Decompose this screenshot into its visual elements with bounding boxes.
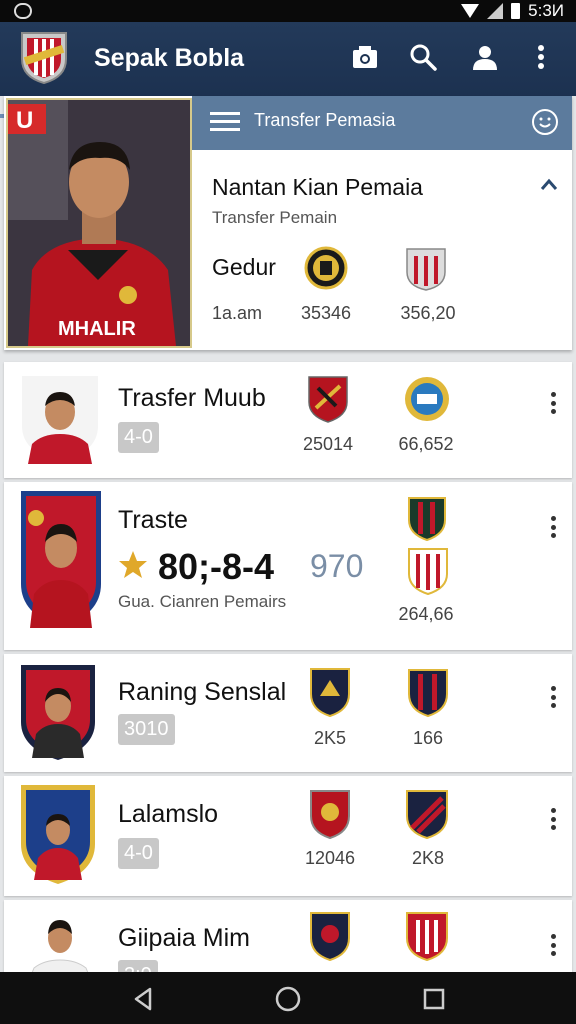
app-bar: Sepak Bobla	[0, 22, 576, 118]
more-vertical-icon[interactable]	[550, 934, 556, 956]
clock: 5:3И	[528, 1, 564, 20]
more-vertical-icon[interactable]	[550, 516, 556, 538]
star-icon	[119, 551, 147, 578]
club-crest-icon	[310, 912, 350, 962]
smiley-icon[interactable]	[532, 109, 558, 135]
featured-value-1: 35346	[300, 303, 352, 323]
player-avatar	[18, 908, 102, 972]
menu-icon[interactable]	[210, 111, 240, 133]
featured-date: 1a.am	[212, 303, 263, 323]
row-score: 80;-8-4	[158, 546, 275, 587]
svg-text:U: U	[16, 107, 33, 134]
club-crest-icon	[308, 376, 348, 423]
row-caption: Gua. Cianren Pemairs	[118, 592, 287, 611]
featured-value-2: 356,20	[400, 303, 456, 323]
row-title: Lalamslo	[118, 800, 219, 828]
score-badge: 4-0	[118, 838, 159, 869]
recents-icon[interactable]	[421, 986, 447, 1012]
more-vertical-icon[interactable]	[550, 808, 556, 830]
club-crest-icon	[405, 377, 449, 421]
app-logo-icon[interactable]	[18, 29, 70, 85]
more-vertical-icon[interactable]	[524, 40, 558, 74]
row-title: Trasfer Muub	[118, 384, 266, 412]
transfer-row[interactable]: Giipaia Mim 3:0	[4, 900, 572, 972]
wifi-icon	[461, 4, 480, 18]
chevron-up-icon[interactable]	[540, 176, 558, 194]
transfer-row[interactable]: Lalamslo 4-0 12046 2K8	[4, 776, 572, 896]
club-crest-icon	[408, 669, 448, 718]
search-icon[interactable]	[406, 40, 440, 74]
featured-label: Gedur	[212, 254, 276, 280]
transfer-row[interactable]: Traste 80;-8-4 970 Gua. Cianren Pemairs …	[4, 482, 572, 650]
club-crest-icon	[406, 912, 448, 962]
player-avatar	[22, 376, 98, 464]
featured-transfer-card[interactable]: U MHALIR Transfer Pemasia Nantan Kian Pe…	[4, 96, 572, 350]
status-indicators: 5:3И	[461, 1, 564, 21]
featured-player-name: Nantan Kian Pemaia	[212, 174, 423, 200]
profile-icon[interactable]	[468, 40, 502, 74]
score-badge: 3:0	[118, 960, 158, 972]
jersey-text: MHALIR	[58, 318, 136, 340]
player-avatar	[21, 665, 95, 760]
club-crest-icon	[406, 248, 446, 291]
club-crest-icon	[304, 246, 348, 290]
transfer-row[interactable]: Raning Senslal 3010 2K5 166	[4, 654, 572, 772]
player-avatar	[21, 785, 95, 884]
club-crest-icon	[406, 790, 448, 840]
more-vertical-icon[interactable]	[550, 392, 556, 414]
club-crest-icon	[310, 668, 350, 718]
more-vertical-icon[interactable]	[550, 686, 556, 708]
app-title: Sepak Bobla	[94, 44, 245, 72]
row-value-1: 25014	[302, 434, 354, 454]
subbar-title: Transfer Pemasia	[254, 110, 396, 130]
battery-icon	[511, 3, 521, 19]
status-bar: 5:3И	[0, 0, 576, 22]
transfer-row[interactable]: Trasfer Muub 4-0 25014 66,652	[4, 362, 572, 478]
row-value-2: 66,652	[398, 434, 454, 454]
notification-icon	[14, 3, 32, 19]
row-value-2: 166	[412, 728, 444, 748]
home-icon[interactable]	[275, 986, 301, 1012]
row-value-1: 12046	[304, 848, 356, 868]
row-title: Traste	[118, 506, 188, 534]
row-extra: 970	[310, 548, 364, 584]
featured-subbar: Transfer Pemasia	[192, 96, 572, 150]
club-crest-icon	[408, 497, 446, 542]
row-value-2: 2K8	[411, 848, 445, 868]
featured-subtitle: Transfer Pemain	[212, 208, 338, 227]
club-crest-icon	[310, 790, 350, 840]
row-value-2: 264,66	[398, 604, 454, 624]
system-nav-bar	[0, 972, 576, 1024]
row-value-1: 2K5	[313, 728, 347, 748]
club-crest-icon	[408, 548, 448, 596]
row-title: Giipaia Mim	[118, 924, 250, 952]
camera-icon[interactable]	[348, 40, 382, 74]
score-badge: 3010	[118, 714, 175, 745]
signal-icon	[487, 3, 504, 19]
score-badge: 4-0	[118, 422, 159, 453]
player-avatar	[21, 491, 101, 628]
back-icon[interactable]	[130, 986, 156, 1012]
row-title: Raning Senslal	[118, 678, 287, 706]
player-photo: U MHALIR	[6, 98, 192, 348]
